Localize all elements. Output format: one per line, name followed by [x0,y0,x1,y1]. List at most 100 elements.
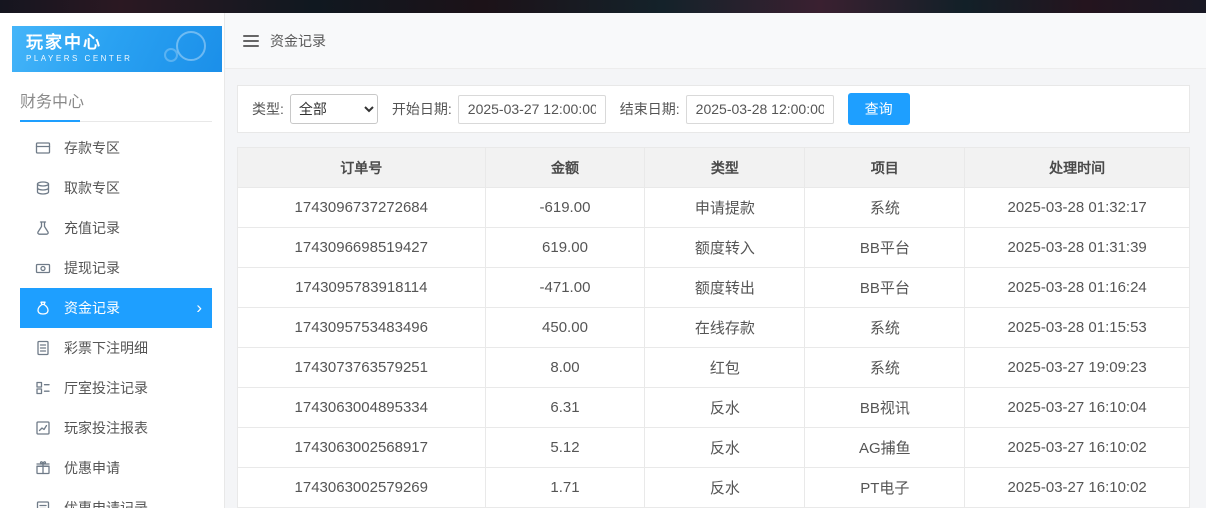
sidebar-item-withdraw-record[interactable]: 提现记录 [20,248,212,288]
sidebar-item-hall-bet-record[interactable]: 厅室投注记录 [20,368,212,408]
sidebar-item-label: 彩票下注明细 [64,338,148,358]
table-cell: 在线存款 [645,308,805,348]
sidebar-menu: 存款专区取款专区充值记录提现记录资金记录›彩票下注明细厅室投注记录玩家投注报表优… [0,128,224,508]
list-record-icon [35,500,51,508]
sidebar-item-label: 玩家投注报表 [64,418,148,438]
table-cell: 系统 [805,348,965,388]
table-cell: 2025-03-27 16:10:02 [965,468,1190,508]
search-button[interactable]: 查询 [848,93,910,125]
sidebar-item-label: 充值记录 [64,218,120,238]
content: 类型: 全部 开始日期: 结束日期: 查询 订单号金额类型项目处理时间 1743 [225,69,1206,508]
sidebar-item-recharge-record[interactable]: 充值记录 [20,208,212,248]
table-cell: 1743073763579251 [238,348,486,388]
table-cell: -619.00 [485,188,645,228]
document-lines-icon [35,340,51,356]
table-cell: 2025-03-27 19:09:23 [965,348,1190,388]
sidebar-item-deposit-zone[interactable]: 存款专区 [20,128,212,168]
gift-icon [35,460,51,476]
table-cell: 2025-03-27 16:10:04 [965,388,1190,428]
table-cell: 1743063002579269 [238,468,486,508]
flask-icon [35,220,51,236]
main-area: 资金记录 类型: 全部 开始日期: 结束日期: 查询 [225,13,1206,508]
table-row: 1743095783918114-471.00额度转出BB平台2025-03-2… [238,268,1190,308]
sidebar: 玩家中心 PLAYERS CENTER 财务中心 存款专区取款专区充值记录提现记… [0,13,225,508]
column-header: 订单号 [238,148,486,188]
page: 玩家中心 PLAYERS CENTER 财务中心 存款专区取款专区充值记录提现记… [0,13,1206,508]
table-row: 17430630025689175.12反水AG捕鱼2025-03-27 16:… [238,428,1190,468]
type-label: 类型: [252,99,284,119]
start-date-label: 开始日期: [392,99,452,119]
table-cell: BB平台 [805,268,965,308]
filter-bar: 类型: 全部 开始日期: 结束日期: 查询 [237,85,1190,133]
sidebar-item-promo-apply-record[interactable]: 优惠申请记录 [20,488,212,508]
sidebar-item-withdraw-zone[interactable]: 取款专区 [20,168,212,208]
table-cell: 反水 [645,428,805,468]
records-tbody: 1743096737272684-619.00申请提款系统2025-03-28 … [238,188,1190,508]
table-cell: 反水 [645,388,805,428]
table-header-row: 订单号金额类型项目处理时间 [238,148,1190,188]
table-cell: 系统 [805,308,965,348]
table-row: 17430630048953346.31反水BB视讯2025-03-27 16:… [238,388,1190,428]
table-cell: 1743096737272684 [238,188,486,228]
chart-report-icon [35,420,51,436]
column-header: 金额 [485,148,645,188]
sidebar-item-label: 优惠申请记录 [64,498,148,508]
sidebar-item-label: 提现记录 [64,258,120,278]
sidebar-item-promo-apply[interactable]: 优惠申请 [20,448,212,488]
table-cell: 额度转入 [645,228,805,268]
end-date-input[interactable] [686,95,834,124]
table-cell: 6.31 [485,388,645,428]
sidebar-item-lottery-bet-detail[interactable]: 彩票下注明细 [20,328,212,368]
table-cell: 2025-03-27 16:10:02 [965,428,1190,468]
table-cell: 反水 [645,468,805,508]
sidebar-section-title: 财务中心 [20,88,212,122]
sidebar-item-funds-record[interactable]: 资金记录 › [20,288,212,328]
table-row: 17430630025792691.71反水PT电子2025-03-27 16:… [238,468,1190,508]
records-table: 订单号金额类型项目处理时间 1743096737272684-619.00申请提… [237,147,1190,508]
sidebar-item-label: 资金记录 [64,298,120,318]
chevron-right-icon: › [196,299,202,318]
coins-icon [35,180,51,196]
sidebar-item-label: 取款专区 [64,178,120,198]
table-cell: 5.12 [485,428,645,468]
table-cell: 1743095783918114 [238,268,486,308]
table-cell: 1743063004895334 [238,388,486,428]
deposit-card-icon [35,140,51,156]
brand-decoration-circle [176,31,206,61]
sidebar-item-label: 存款专区 [64,138,120,158]
table-cell: 2025-03-28 01:32:17 [965,188,1190,228]
table-row: 1743096737272684-619.00申请提款系统2025-03-28 … [238,188,1190,228]
brand-decoration-circle [164,48,178,62]
table-cell: 8.00 [485,348,645,388]
table-cell: 1743063002568917 [238,428,486,468]
menu-toggle-icon[interactable] [243,35,259,47]
table-cell: 1.71 [485,468,645,508]
table-cell: AG捕鱼 [805,428,965,468]
sidebar-item-player-bet-report[interactable]: 玩家投注报表 [20,408,212,448]
sidebar-item-label: 厅室投注记录 [64,378,148,398]
grid-list-icon [35,380,51,396]
type-select[interactable]: 全部 [290,94,378,124]
table-cell: BB平台 [805,228,965,268]
table-cell: 1743095753483496 [238,308,486,348]
table-row: 17430737635792518.00红包系统2025-03-27 19:09… [238,348,1190,388]
top-banner [0,0,1206,13]
table-cell: 2025-03-28 01:15:53 [965,308,1190,348]
table-row: 1743096698519427619.00额度转入BB平台2025-03-28… [238,228,1190,268]
screen: 玩家中心 PLAYERS CENTER 财务中心 存款专区取款专区充值记录提现记… [0,0,1206,508]
column-header: 处理时间 [965,148,1190,188]
table-cell: 2025-03-28 01:31:39 [965,228,1190,268]
table-cell: 1743096698519427 [238,228,486,268]
table-row: 1743095753483496450.00在线存款系统2025-03-28 0… [238,308,1190,348]
column-header: 项目 [805,148,965,188]
start-date-input[interactable] [458,95,606,124]
table-cell: BB视讯 [805,388,965,428]
table-cell: 450.00 [485,308,645,348]
column-header: 类型 [645,148,805,188]
table-cell: 红包 [645,348,805,388]
table-cell: 申请提款 [645,188,805,228]
brand-header: 玩家中心 PLAYERS CENTER [12,26,222,72]
sidebar-item-label: 优惠申请 [64,458,120,478]
table-cell: -471.00 [485,268,645,308]
end-date-label: 结束日期: [620,99,680,119]
